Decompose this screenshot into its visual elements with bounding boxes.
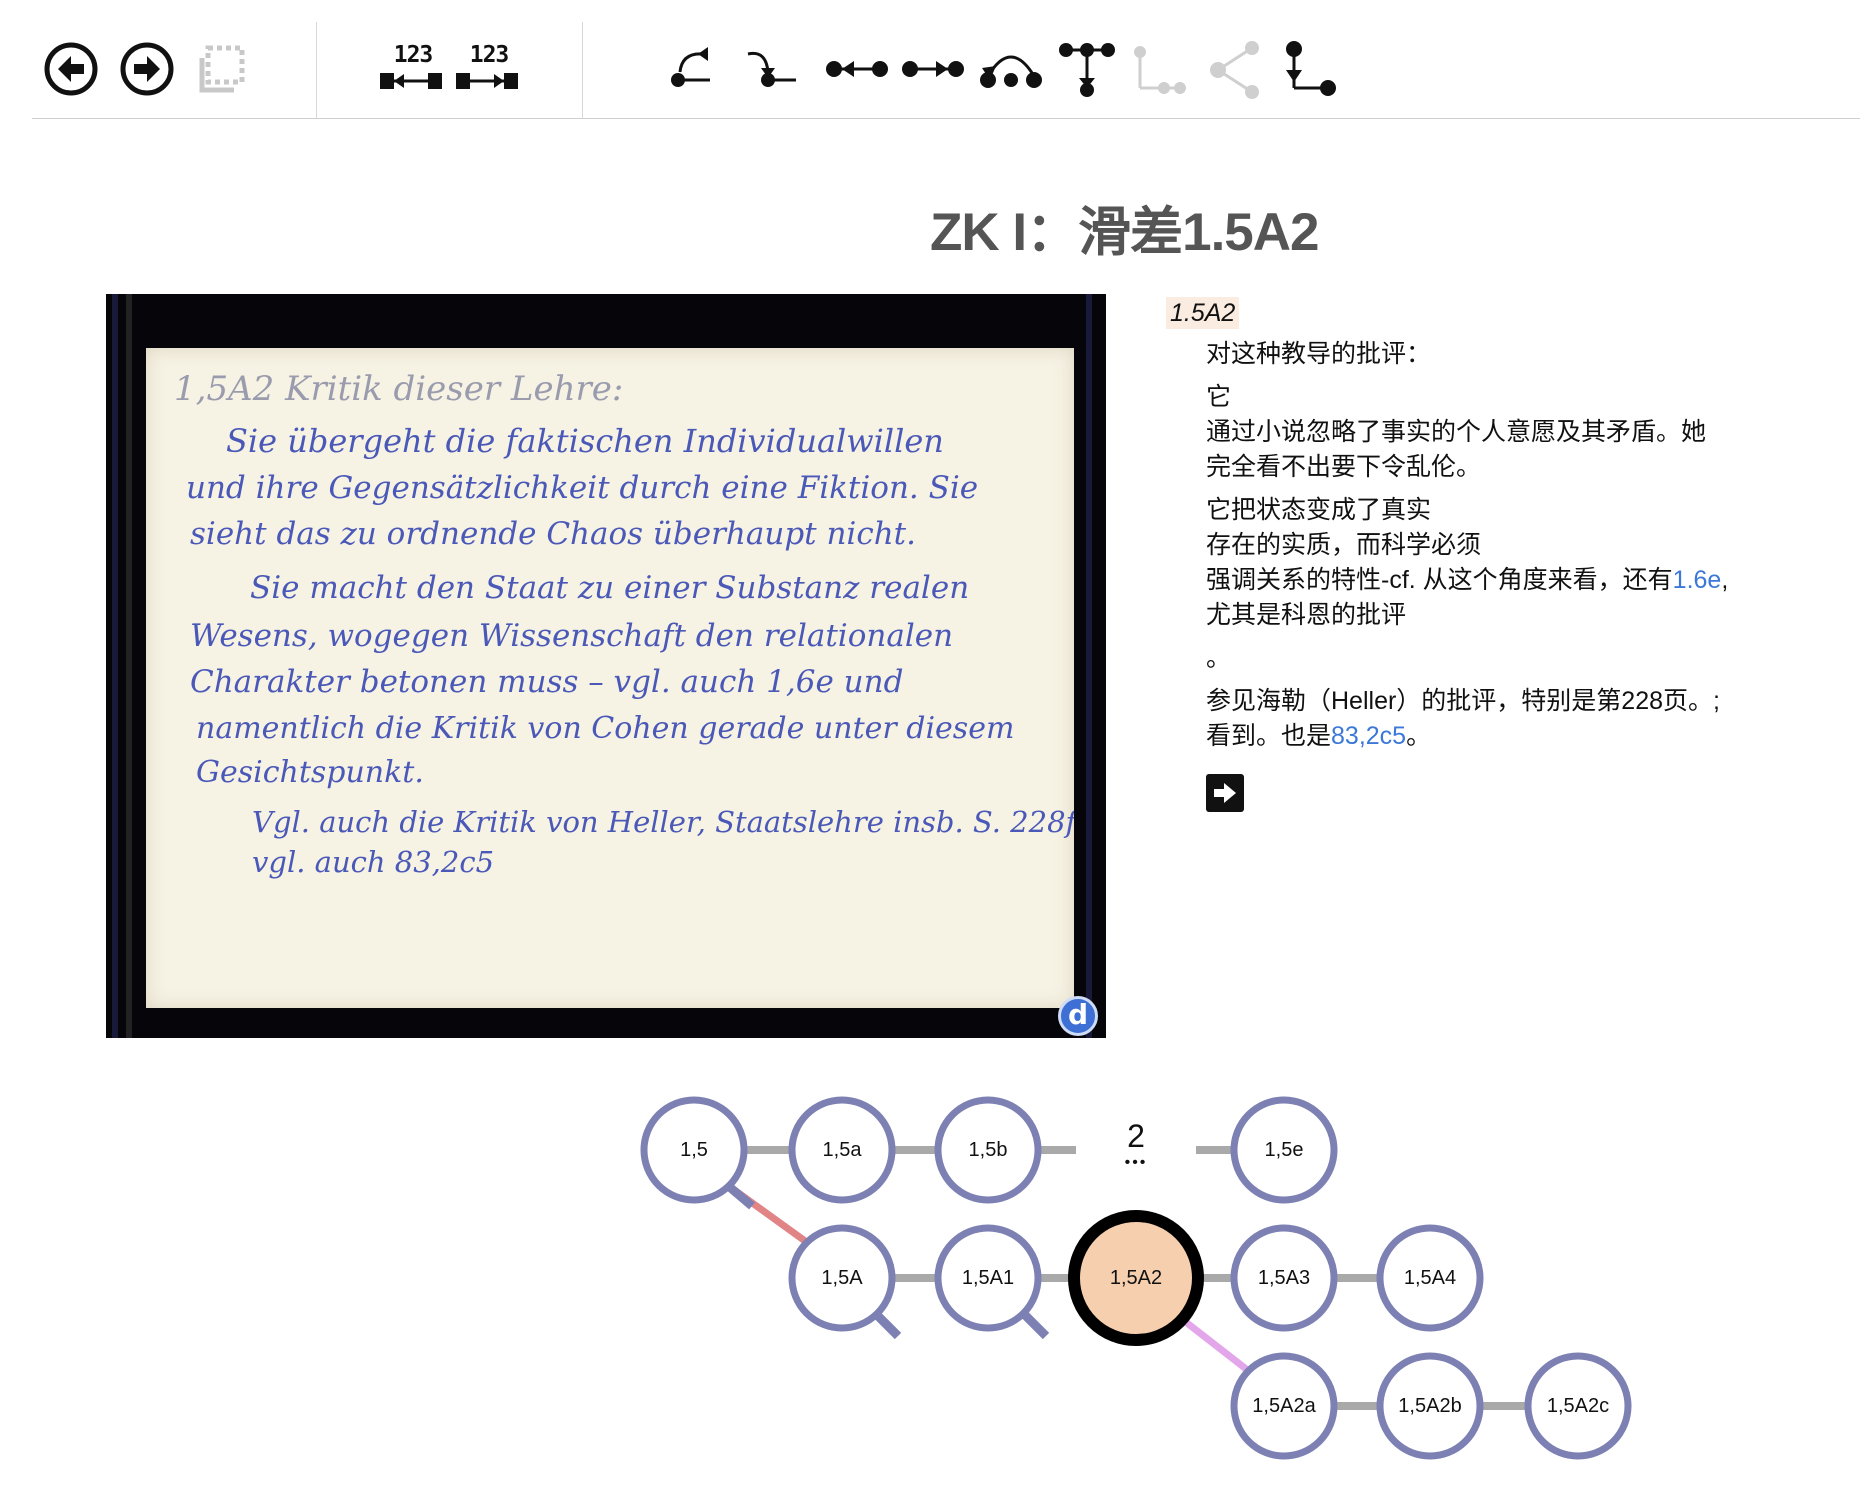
hw-line: Sie macht den Staat zu einer Substanz re…	[250, 570, 969, 606]
hidden-node-count[interactable]: 2	[1096, 1118, 1176, 1155]
hw-line: Sie übergeht die faktischen Individualwi…	[226, 422, 944, 460]
hw-line: und ihre Gegensätzlichkeit durch eine Fi…	[186, 470, 978, 506]
hw-line: vgl. auch 83,2c5	[252, 845, 494, 879]
prev-card-icon	[826, 61, 888, 77]
child-disabled-icon	[1134, 46, 1186, 94]
prev-branch-icon	[671, 47, 710, 87]
graph-node-label[interactable]: 1,5b	[933, 1138, 1043, 1162]
share-disabled-button[interactable]	[1208, 40, 1264, 100]
child-edge	[1175, 1313, 1253, 1375]
hw-line: Wesens, wogegen Wissenschaft den relatio…	[190, 618, 953, 654]
prev-branch-button[interactable]	[668, 42, 720, 94]
next-card-button[interactable]	[900, 52, 966, 86]
graph-node-label[interactable]: 1,5A4	[1375, 1266, 1485, 1290]
next-note-button[interactable]	[1206, 774, 1244, 812]
next-branch-button[interactable]	[744, 42, 796, 94]
copy-icon	[199, 45, 245, 93]
graph-node-label[interactable]: 1,5e	[1229, 1138, 1339, 1162]
toolbar: 123 123	[32, 0, 1860, 119]
next-card-icon	[902, 61, 964, 77]
graph-node-label[interactable]: 1,5A	[787, 1266, 897, 1290]
source-badge[interactable]: d	[1058, 996, 1098, 1036]
note-paragraph: 。	[1206, 644, 1232, 672]
sibling-loop-icon	[980, 55, 1042, 88]
number-forward-button[interactable]: 123	[454, 40, 524, 100]
graph-canvas	[640, 1096, 1632, 1460]
link-83-2c5[interactable]: 83,2c5	[1331, 722, 1406, 750]
graph-node-label[interactable]: 1,5	[639, 1138, 749, 1162]
note-paragraph: 它把状态变成了真实 存在的实质，而科学必须 强调关系的特性-cf. 从这个角度来…	[1206, 496, 1729, 629]
copy-button[interactable]	[196, 42, 250, 96]
note-heading: 对这种教导的批评：	[1206, 340, 1432, 368]
graph-node-label[interactable]: 1,5A3	[1229, 1266, 1339, 1290]
arrow-right-circle-icon	[120, 42, 174, 96]
hw-line: Vgl. auch die Kritik von Heller, Staatsl…	[252, 805, 1074, 839]
graph-node-label[interactable]: 1,5a	[787, 1138, 897, 1162]
sibling-loop-button[interactable]	[978, 46, 1044, 92]
handwriting: 1,5A2 Kritik dieser Lehre: Sie übergeht …	[146, 348, 1084, 1008]
go-child-icon	[1286, 41, 1336, 96]
note-body: 对这种教导的批评： 它 通过小说忽略了事实的个人意愿及其矛盾。她 完全看不出要下…	[1206, 337, 1806, 822]
hw-line: sieht das zu ordnende Chaos überhaupt ni…	[190, 516, 916, 552]
prev-card-button[interactable]	[824, 52, 890, 86]
link-1-6e[interactable]: 1.6e	[1673, 566, 1722, 594]
graph-node-label[interactable]: 1,5A1	[933, 1266, 1043, 1290]
number-label: 123	[393, 42, 434, 68]
number-label: 123	[469, 42, 510, 68]
hw-line: Charakter betonen muss – vgl. auch 1,6e …	[190, 664, 903, 700]
graph-node-label[interactable]: 1,5A2c	[1523, 1394, 1633, 1418]
back-button[interactable]	[42, 40, 100, 98]
arrow-right-box-icon	[1214, 783, 1236, 803]
number-back-button[interactable]: 123	[378, 40, 448, 100]
parent-child-button[interactable]	[1058, 42, 1116, 100]
card-scan-image: 1,5A2 Kritik dieser Lehre: Sie übergeht …	[106, 294, 1106, 1038]
number-left-arrow-icon	[380, 73, 442, 89]
hidden-node-dots[interactable]: •••	[1096, 1154, 1176, 1172]
index-card: 1,5A2 Kritik dieser Lehre: Sie übergeht …	[146, 348, 1084, 1008]
parent-child-icon	[1059, 43, 1115, 97]
note-paragraph: 它 通过小说忽略了事实的个人意愿及其矛盾。她 完全看不出要下令乱伦。	[1206, 383, 1707, 481]
hw-line: 1,5A2 Kritik dieser Lehre:	[174, 369, 623, 409]
graph-node-label[interactable]: 1,5A2b	[1375, 1394, 1485, 1418]
hw-line: Gesichtspunkt.	[196, 755, 424, 790]
number-right-arrow-icon	[456, 73, 518, 89]
note-id: 1.5A2	[1166, 297, 1240, 329]
next-branch-icon	[747, 51, 796, 87]
hw-line: namentlich die Kritik von Cohen gerade u…	[196, 711, 1014, 746]
note-paragraph: 参见海勒（Heller）的批评，特别是第228页。; 看到。也是83,2c5。	[1206, 687, 1720, 750]
child-disabled-button[interactable]	[1132, 44, 1188, 100]
forward-button[interactable]	[118, 40, 176, 98]
graph-node-label-current[interactable]: 1,5A2	[1081, 1266, 1191, 1290]
graph-node-label[interactable]: 1,5A2a	[1229, 1394, 1339, 1418]
share-disabled-icon	[1210, 41, 1259, 99]
arrow-left-circle-icon	[44, 42, 98, 96]
go-child-button[interactable]	[1284, 40, 1340, 100]
page-title: ZK I：滑差1.5A2	[930, 203, 1320, 262]
card-graph: 1,5 1,5a 1,5b 2 ••• 1,5e 1,5A 1,5A1 1,5A…	[0, 1080, 1860, 1508]
svg-text:1,5A2 Kritik dieser Lehre:: 1,5A2 Kritik dieser Lehre:	[174, 369, 623, 409]
note-panel: 1.5A2 对这种教导的批评： 它 通过小说忽略了事实的个人意愿及其矛盾。她 完…	[1166, 296, 1806, 822]
